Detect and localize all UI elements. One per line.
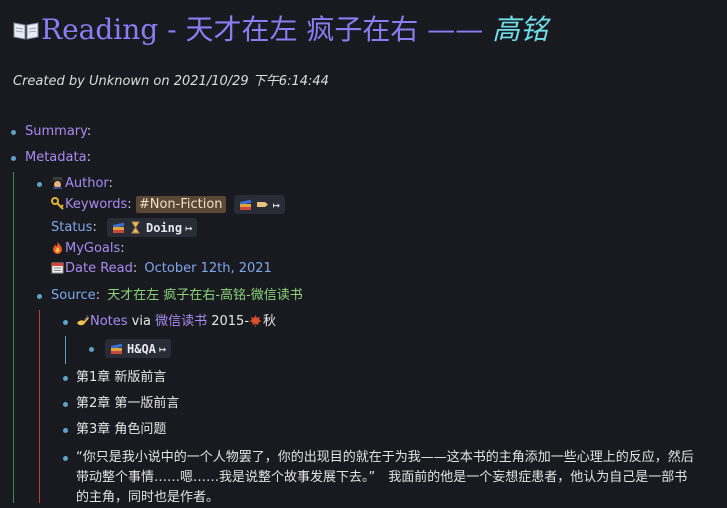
metadata-row: Metadata: [25, 150, 91, 165]
page-title: Reading - 天才在左 疯子在右 —— 高铭 [13, 10, 548, 50]
label-icon [256, 202, 268, 207]
fire-icon [53, 242, 62, 254]
detective-icon [51, 177, 64, 189]
arrow-icon: ↦ [158, 341, 167, 356]
date-read-link[interactable]: Date Read [65, 261, 133, 276]
hqa-embed-button[interactable]: H&QA ↦ [105, 339, 172, 358]
source-label: Source [51, 288, 96, 303]
status-value: Doing [145, 220, 183, 235]
writing-hand-icon [77, 314, 89, 326]
date-read-value[interactable]: October 12th, 2021 [144, 261, 271, 276]
goals-row: MyGoals: [51, 239, 125, 259]
bullet[interactable] [37, 182, 42, 187]
notes-link[interactable]: Notes [90, 314, 128, 329]
date-row: Date Read: October 12th, 2021 [51, 259, 272, 279]
keywords-embed-button[interactable]: ↦ [233, 195, 285, 214]
source-link[interactable]: 天才在左 疯子在右-高铭-微信读书 [107, 288, 303, 303]
open-book-icon [13, 22, 39, 40]
title-author-link[interactable]: 高铭 [492, 13, 548, 46]
hourglass-icon [131, 221, 140, 234]
created-info: Created by Unknown on 2021/10/29 下午6:14:… [13, 74, 329, 89]
books-icon [110, 343, 123, 354]
summary-link[interactable]: Summary [25, 124, 87, 139]
source-row: Source: 天才在左 疯子在右-高铭-微信读书 [51, 288, 303, 303]
bullet[interactable] [37, 294, 42, 299]
title-text: Reading - 天才在左 疯子在右 —— [41, 13, 493, 46]
bullet[interactable] [63, 402, 68, 407]
metadata-link[interactable]: Metadata [25, 150, 87, 165]
bullet[interactable] [63, 320, 68, 325]
key-icon [51, 197, 64, 210]
calendar-icon [51, 262, 64, 274]
list-item: 第2章 第一版前言 [76, 396, 180, 411]
goals-link[interactable]: MyGoals [65, 241, 120, 256]
bullet[interactable] [11, 130, 16, 135]
hqa-label: H&QA [127, 341, 156, 356]
keywords-row: Keywords: #Non-Fiction ↦ [51, 195, 285, 215]
weread-link[interactable]: 微信读书 [155, 314, 207, 329]
bullet[interactable] [63, 428, 68, 433]
non-fiction-tag[interactable]: #Non-Fiction [135, 196, 226, 213]
quote-paragraph: “你只是我小说中的一个人物罢了，你的出现目的就在于为我——这本书的主角添加一些心… [76, 450, 694, 505]
indent-guide [39, 310, 40, 503]
indent-guide [13, 172, 14, 503]
arrow-icon: ↦ [272, 197, 280, 212]
keywords-link[interactable]: Keywords [65, 197, 127, 212]
summary-row: Summary: [25, 124, 92, 139]
books-icon [239, 199, 251, 210]
list-item: 第3章 角色问题 [76, 422, 167, 437]
status-doing-button[interactable]: Doing ↦ [106, 218, 198, 237]
indent-guide [65, 336, 66, 364]
arrow-icon: ↦ [185, 220, 193, 235]
maple-leaf-icon [249, 315, 262, 327]
bullet[interactable] [63, 456, 68, 461]
hqa-row: H&QA ↦ [105, 339, 172, 359]
books-icon [112, 222, 125, 233]
bullet[interactable] [89, 347, 94, 352]
bullet[interactable] [63, 376, 68, 381]
bullet[interactable] [11, 156, 16, 161]
notes-row: Notes via 微信读书 2015- 秋 [76, 312, 276, 332]
author-link[interactable]: Author [65, 176, 109, 191]
list-item: 第1章 新版前言 [76, 370, 167, 385]
status-label: Status [51, 220, 93, 235]
author-row: Author: [51, 174, 113, 194]
status-row: Status: Doing ↦ [51, 218, 198, 238]
